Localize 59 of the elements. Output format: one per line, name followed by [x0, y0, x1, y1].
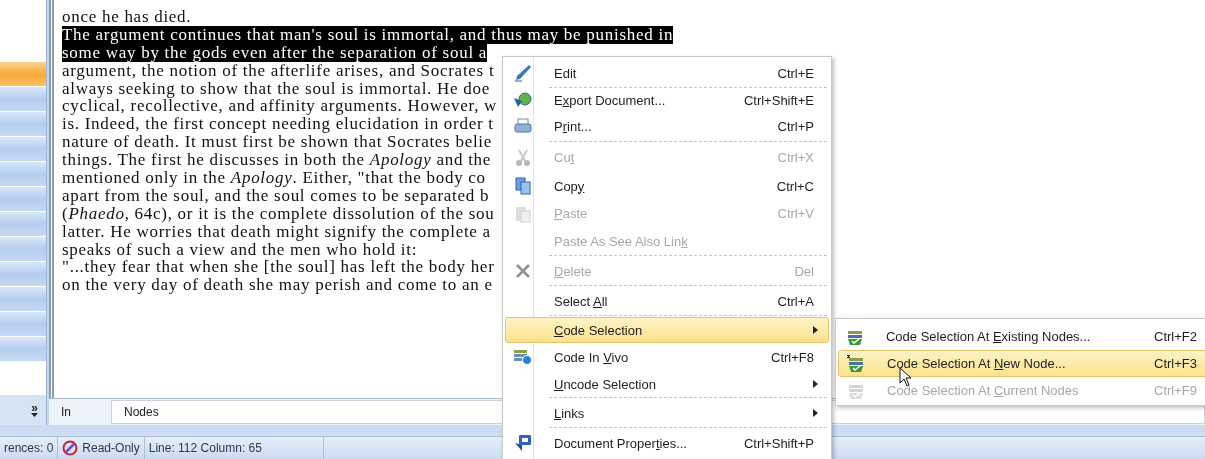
sidebar-button[interactable] — [0, 62, 46, 87]
sidebar-button[interactable] — [0, 312, 46, 337]
more-buttons-control[interactable]: » — [0, 395, 46, 425]
document-properties-icon — [513, 434, 533, 452]
sidebar-button[interactable] — [0, 162, 46, 187]
text-line: "...they fear that when she [the soul] has left the body her — [62, 258, 495, 277]
delete-icon — [516, 264, 530, 278]
new-node-icon — [846, 354, 866, 373]
printer-icon — [514, 118, 532, 134]
copy-icon — [515, 177, 531, 195]
submenu-arrow-icon — [813, 409, 818, 417]
submenu-arrow-icon — [813, 326, 818, 334]
text-line: things. The first he discusses in both the Apology and the — [62, 151, 492, 169]
menu-item[interactable]: Code In Vivo Ctrl+F8 — [505, 343, 829, 371]
sidebar-button[interactable] — [0, 262, 46, 287]
text-line: (Phaedo, 64c), or it is the complete dissolution of the sou — [62, 204, 495, 223]
menu-item[interactable]: Code Selection At New Node... Ctrl+F3 — [838, 350, 1205, 377]
text-line: cyclical, recollective, and affinity arguments. However, w — [62, 97, 498, 116]
menu-item[interactable]: Select All Ctrl+A — [505, 287, 829, 315]
sidebar-button[interactable] — [0, 137, 46, 162]
code-in-vivo-icon — [513, 348, 533, 366]
scissors-icon — [515, 148, 531, 167]
text-line: mentioned only in the Apology. Either, "that the body co — [62, 169, 486, 187]
references-count: rences: 0 — [4, 441, 54, 455]
text-line: latter. He worries that death might signify the complete a — [62, 222, 491, 241]
dropdown-arrow-icon — [31, 413, 38, 417]
in-label: In — [60, 405, 72, 419]
menu-item[interactable]: Document Properties... Ctrl+Shift+P — [505, 429, 829, 457]
globe-icon — [513, 91, 533, 109]
text-line: apart from the soul, and the soul comes to be separated b — [62, 186, 490, 205]
sidebar-button[interactable] — [0, 112, 46, 137]
sidebar-button[interactable] — [0, 212, 46, 237]
text-line: is. Indeed, the first concept needing elucidation in order t — [62, 115, 494, 134]
menu-item[interactable]: Links — [505, 399, 829, 427]
sidebar-button[interactable] — [0, 237, 46, 262]
menu-item[interactable]: Copy Ctrl+C — [505, 172, 829, 200]
submenu-arrow-icon — [813, 380, 818, 388]
menu-item[interactable]: Export Document... Ctrl+Shift+E — [505, 89, 829, 111]
cursor-position: Line: 112 Column: 65 — [148, 441, 262, 455]
read-only-icon — [62, 440, 79, 456]
mouse-pointer-icon — [899, 367, 913, 387]
sidebar-button[interactable] — [0, 337, 46, 362]
menu-item[interactable]: Print... Ctrl+P — [505, 111, 829, 141]
paste-icon — [515, 204, 531, 223]
sidebar-button[interactable] — [0, 87, 46, 112]
menu-item[interactable]: Code Selection At Existing Nodes... Ctrl+F2 — [838, 323, 1205, 350]
text-line: speaks of such a view and the men who hold it: — [62, 240, 418, 259]
text-line: always seeking to show that the soul is immortal. He doe — [62, 79, 490, 98]
text-line: argument, the notion of the afterlife arises, and Socrates t — [62, 61, 495, 80]
sidebar-button[interactable] — [0, 287, 46, 312]
text-line: once he has died. — [62, 8, 192, 26]
pencil-icon — [514, 64, 532, 82]
menu-item[interactable]: Code Selection — [505, 317, 829, 343]
read-only-status: Read-Only — [82, 441, 140, 455]
text-line: on the very day of death she may perish and come to an e — [62, 276, 493, 295]
sidebar-button[interactable] — [0, 187, 46, 212]
menu-item[interactable]: Uncode Selection — [505, 371, 829, 397]
menu-item[interactable]: Edit Ctrl+E — [505, 59, 829, 87]
text-line: nature of death. It must first be shown that Socrates belie — [62, 133, 493, 152]
